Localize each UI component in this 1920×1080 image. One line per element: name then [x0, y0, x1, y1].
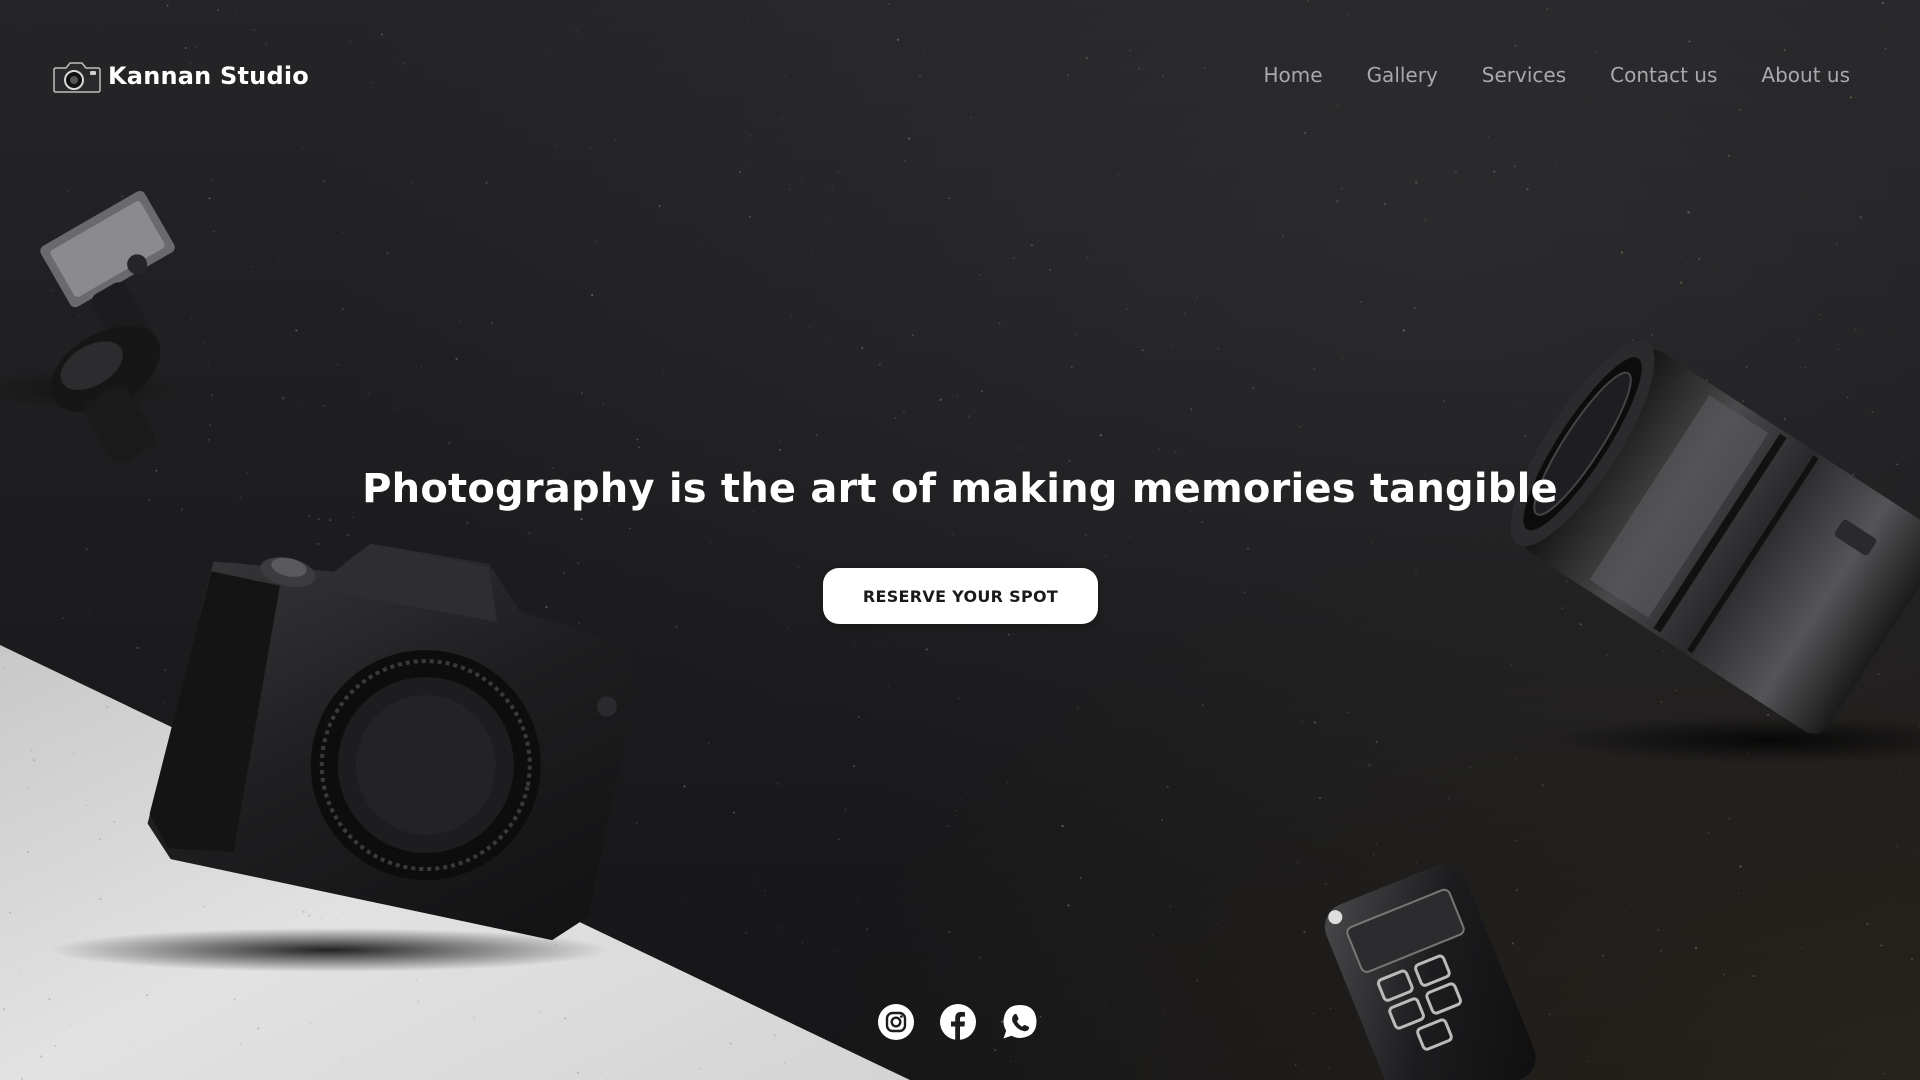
dslr-camera-prop — [50, 543, 636, 972]
nav-contact-us[interactable]: Contact us — [1610, 60, 1717, 90]
nav-services[interactable]: Services — [1482, 60, 1566, 90]
brand-name: Kannan Studio — [108, 62, 309, 90]
nav-about-us[interactable]: About us — [1761, 60, 1850, 90]
whatsapp-icon[interactable] — [1002, 1004, 1038, 1040]
brand[interactable]: Kannan Studio — [52, 56, 309, 96]
flash-trigger-prop — [1324, 864, 1536, 1080]
nav-gallery[interactable]: Gallery — [1367, 60, 1438, 90]
tripod-head-prop — [0, 190, 190, 464]
hero-headline: Photography is the art of making memorie… — [362, 466, 1558, 512]
main-nav: Home Gallery Services Contact us About u… — [1264, 60, 1851, 90]
hero-section: Kannan Studio Home Gallery Services Cont… — [0, 0, 1920, 1080]
camera-lens-prop — [1510, 341, 1920, 764]
reserve-spot-button[interactable]: RESERVE YOUR SPOT — [823, 568, 1098, 624]
camera-props-illustration — [0, 190, 1920, 1080]
camera-icon — [52, 58, 102, 94]
social-links — [878, 1004, 1038, 1040]
instagram-icon[interactable] — [878, 1004, 914, 1040]
facebook-icon[interactable] — [940, 1004, 976, 1040]
nav-home[interactable]: Home — [1264, 60, 1323, 90]
